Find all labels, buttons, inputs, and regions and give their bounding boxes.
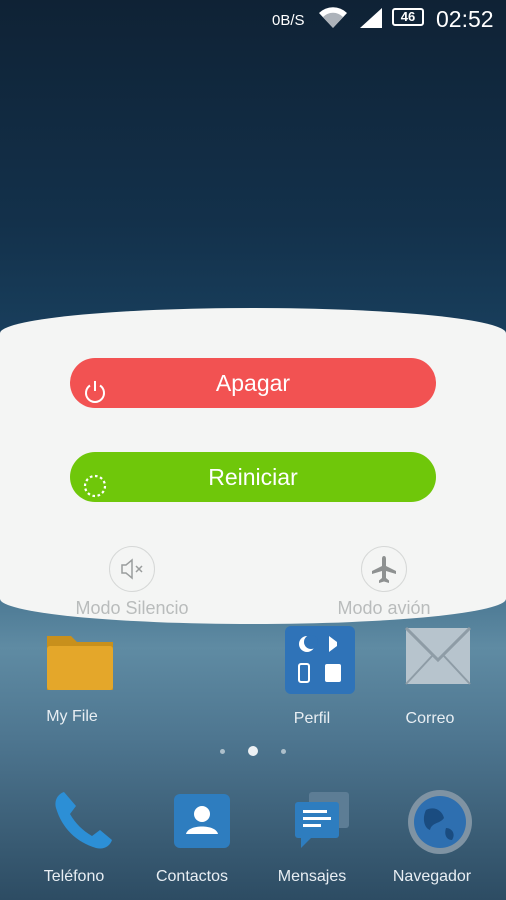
restart-button[interactable]: Reiniciar xyxy=(70,452,436,502)
restart-icon xyxy=(83,465,107,515)
folder-icon xyxy=(46,636,113,690)
silent-mode-toggle[interactable]: Modo Silencio xyxy=(62,546,202,619)
app-correo[interactable]: Correo xyxy=(380,626,480,727)
page-dot xyxy=(220,749,225,754)
power-icon xyxy=(83,371,107,421)
power-off-label: Apagar xyxy=(215,370,291,396)
app-label: Mensajes xyxy=(277,868,347,885)
airplane-mode-toggle[interactable]: Modo avión xyxy=(322,546,446,619)
app-label: Perfil xyxy=(293,710,331,727)
power-off-button[interactable]: Apagar xyxy=(70,358,436,408)
profile-icon xyxy=(284,626,355,694)
app-label: My File xyxy=(46,708,98,725)
airplane-mode-label: Modo avión xyxy=(337,598,431,618)
network-speed: 0B/S xyxy=(272,12,305,29)
phone-icon xyxy=(54,792,112,849)
dock-mensajes[interactable]: Mensajes xyxy=(262,788,362,885)
contacts-icon xyxy=(174,794,230,848)
silent-mode-label: Modo Silencio xyxy=(75,598,189,618)
app-my-file[interactable]: My File xyxy=(22,626,122,725)
dock-contactos[interactable]: Contactos xyxy=(142,788,242,885)
app-label: Navegador xyxy=(392,868,472,885)
page-dot xyxy=(281,749,286,754)
clock: 02:52 xyxy=(436,6,494,32)
status-bar: 0B/S 46 02:52 xyxy=(0,0,506,36)
signal-icon xyxy=(360,8,382,33)
dock-navegador[interactable]: Navegador xyxy=(382,788,482,885)
restart-label: Reiniciar xyxy=(208,464,298,490)
airplane-icon xyxy=(361,546,407,592)
mute-icon xyxy=(109,546,155,592)
page-dot-current xyxy=(248,746,258,756)
app-label: Teléfono xyxy=(43,868,105,885)
app-perfil[interactable]: Perfil xyxy=(262,626,362,727)
globe-icon xyxy=(408,790,472,854)
wifi-icon xyxy=(318,7,348,34)
dock-telefono[interactable]: Teléfono xyxy=(24,788,124,885)
app-label: Correo xyxy=(405,710,455,727)
page-indicator xyxy=(216,746,296,758)
messages-icon xyxy=(294,792,349,848)
app-label: Contactos xyxy=(155,868,229,885)
mail-icon xyxy=(404,626,472,685)
battery-indicator: 46 xyxy=(392,8,424,26)
